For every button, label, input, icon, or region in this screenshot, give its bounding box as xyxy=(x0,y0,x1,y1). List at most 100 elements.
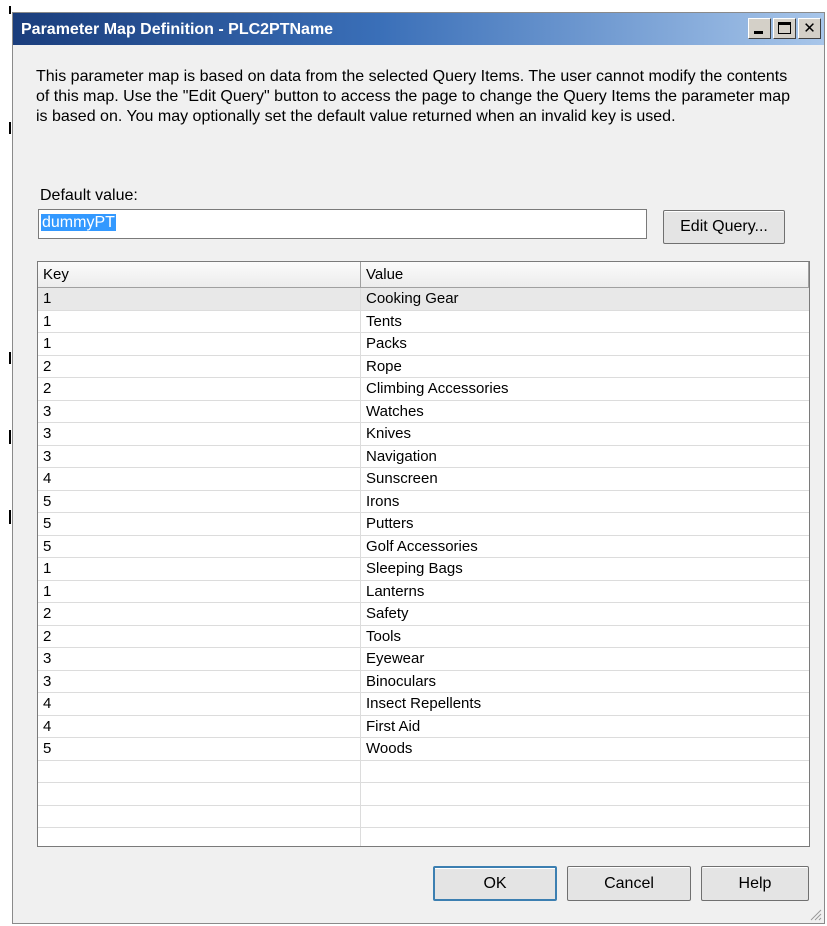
table-row[interactable] xyxy=(38,760,809,783)
value-cell: Navigation xyxy=(366,447,437,465)
dialog-window: Parameter Map Definition - PLC2PTName ✕ … xyxy=(12,12,825,924)
key-cell: 4 xyxy=(38,468,361,490)
maximize-button[interactable] xyxy=(773,18,796,39)
table-row[interactable]: 4 Sunscreen xyxy=(38,468,809,491)
minimize-icon xyxy=(754,31,763,34)
table-row[interactable]: 3 Knives xyxy=(38,423,809,446)
value-cell: Irons xyxy=(366,492,400,510)
key-cell: 1 xyxy=(38,310,361,332)
key-cell: 3 xyxy=(38,670,361,692)
value-cell: Knives xyxy=(366,425,412,442)
table-row[interactable]: 5 Woods xyxy=(38,738,809,761)
table-row[interactable]: 1 Cooking Gear xyxy=(38,288,809,311)
table-row[interactable]: 4 First Aid xyxy=(38,715,809,738)
column-header-key[interactable]: Key xyxy=(38,262,361,288)
value-cell: First Aid xyxy=(366,717,421,735)
value-cell: Sunscreen xyxy=(366,470,438,487)
key-cell: 2 xyxy=(38,603,361,625)
table-row[interactable]: 3 Navigation xyxy=(38,445,809,468)
key-cell: 3 xyxy=(38,400,361,422)
key-cell: 1 xyxy=(38,288,361,310)
table-row[interactable]: 2 Rope xyxy=(38,355,809,378)
key-cell: 3 xyxy=(38,648,361,670)
table-row[interactable]: 1 Sleeping Bags xyxy=(38,558,809,581)
key-cell: 2 xyxy=(38,378,361,400)
key-cell: 1 xyxy=(38,558,361,580)
table-row[interactable]: 2 Tools xyxy=(38,625,809,648)
value-cell: Eyewear xyxy=(366,650,425,667)
edit-query-button[interactable]: Edit Query... xyxy=(663,210,785,244)
maximize-icon xyxy=(778,22,791,34)
table-row[interactable]: 2 Safety xyxy=(38,603,809,626)
value-cell xyxy=(361,783,809,805)
window-title: Parameter Map Definition - PLC2PTName xyxy=(21,21,334,38)
default-value-label: Default value: xyxy=(40,187,138,204)
table-body: 1 Cooking Gear 1 Tents 1 Packs 2 Rope 2 Climbing … xyxy=(38,288,809,846)
value-cell: Cooking Gear xyxy=(366,290,459,307)
key-cell: 5 xyxy=(38,535,361,557)
value-cell: Tools xyxy=(366,627,402,645)
table-header: Key Value xyxy=(38,262,809,288)
value-cell: Binoculars xyxy=(366,672,437,690)
value-cell: Sleeping Bags xyxy=(366,560,463,577)
value-cell: Safety xyxy=(366,605,409,622)
table-row[interactable] xyxy=(38,828,809,846)
table-row[interactable] xyxy=(38,805,809,828)
key-cell: 4 xyxy=(38,693,361,715)
table-row[interactable]: 2 Climbing Accessories xyxy=(38,378,809,401)
table-row[interactable]: 5 Putters xyxy=(38,513,809,536)
resize-grip-icon[interactable] xyxy=(808,907,822,921)
key-cell: 5 xyxy=(38,738,361,760)
value-cell: Lanterns xyxy=(366,582,425,600)
key-cell xyxy=(38,760,361,782)
table-row[interactable]: 5 Golf Accessories xyxy=(38,535,809,558)
key-cell: 5 xyxy=(38,490,361,512)
column-header-value[interactable]: Value xyxy=(361,262,809,288)
default-value-text: dummyPT xyxy=(41,214,116,231)
help-button[interactable]: Help xyxy=(701,866,809,901)
value-cell: Putters xyxy=(366,515,414,532)
background-edge xyxy=(0,0,12,926)
table-row[interactable]: 5 Irons xyxy=(38,490,809,513)
table-row[interactable]: 4 Insect Repellents xyxy=(38,693,809,716)
value-cell: Tents xyxy=(366,312,402,330)
key-cell: 4 xyxy=(38,715,361,737)
minimize-button[interactable] xyxy=(748,18,771,39)
table-row[interactable]: 1 Packs xyxy=(38,333,809,356)
description-text: This parameter map is based on data from… xyxy=(36,68,790,125)
close-icon: ✕ xyxy=(803,19,816,37)
title-bar[interactable]: Parameter Map Definition - PLC2PTName ✕ xyxy=(13,13,824,45)
table-row[interactable]: 3 Watches xyxy=(38,400,809,423)
key-cell: 3 xyxy=(38,445,361,467)
key-cell: 3 xyxy=(38,423,361,445)
parameter-map-table[interactable]: Key Value 1 Cooking Gear 1 Tents 1 Packs 2 Rope… xyxy=(37,261,810,847)
key-cell xyxy=(38,828,361,846)
close-button[interactable]: ✕ xyxy=(798,18,821,39)
table-row[interactable] xyxy=(38,783,809,806)
key-cell xyxy=(38,805,361,827)
default-value-input[interactable]: dummyPT xyxy=(38,209,647,239)
value-cell: Packs xyxy=(366,335,407,352)
ok-button[interactable]: OK xyxy=(433,866,557,901)
value-cell xyxy=(361,806,809,828)
key-cell: 2 xyxy=(38,355,361,377)
value-cell: Woods xyxy=(366,740,413,757)
value-cell: Climbing Accessories xyxy=(366,380,509,397)
value-cell: Golf Accessories xyxy=(366,537,478,555)
value-cell: Watches xyxy=(366,402,424,420)
key-cell: 2 xyxy=(38,625,361,647)
key-cell: 1 xyxy=(38,580,361,602)
key-cell xyxy=(38,783,361,805)
cancel-button[interactable]: Cancel xyxy=(567,866,691,901)
window-controls: ✕ xyxy=(748,18,821,40)
value-cell: Rope xyxy=(366,357,402,375)
key-cell: 5 xyxy=(38,513,361,535)
key-cell: 1 xyxy=(38,333,361,355)
table-row[interactable]: 1 Tents xyxy=(38,310,809,333)
table-row[interactable]: 3 Binoculars xyxy=(38,670,809,693)
table-row[interactable]: 1 Lanterns xyxy=(38,580,809,603)
value-cell xyxy=(361,761,809,783)
value-cell xyxy=(361,828,809,846)
table-row[interactable]: 3 Eyewear xyxy=(38,648,809,671)
value-cell: Insect Repellents xyxy=(366,695,482,712)
